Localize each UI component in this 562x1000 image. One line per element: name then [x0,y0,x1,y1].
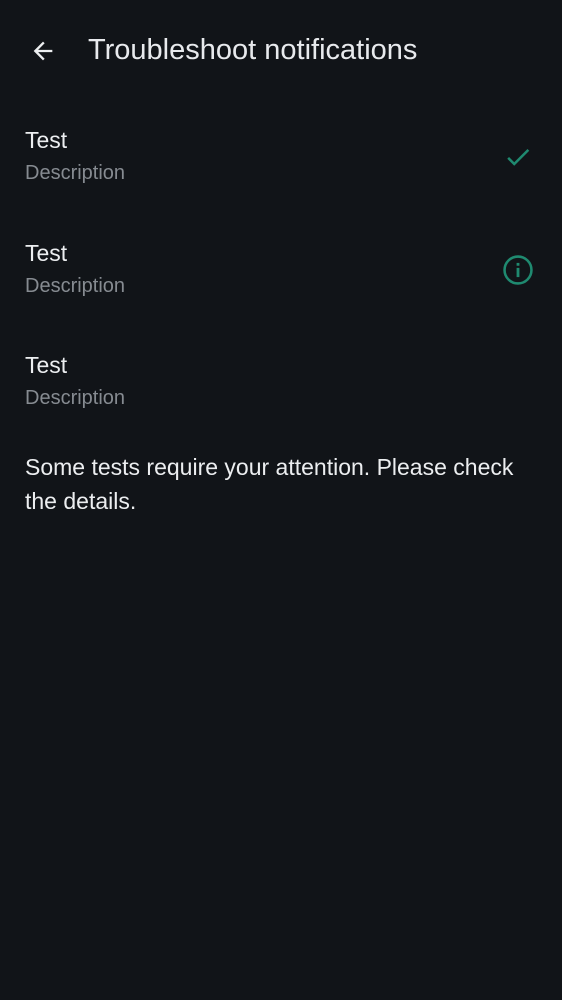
info-icon[interactable] [500,252,536,288]
test-item[interactable]: Test Description [0,338,562,451]
test-title: Test [25,352,68,378]
test-description: Description [25,162,126,184]
test-item[interactable]: Test Description [0,113,562,226]
test-title: Test [25,127,68,153]
status-message: Some tests require your attention. Pleas… [25,454,514,514]
back-button[interactable] [18,26,68,76]
check-icon [500,139,536,175]
arrow-back-icon [33,41,53,61]
test-title: Test [25,239,68,266]
app-bar: Troubleshoot notifications [0,0,562,100]
test-description: Description [25,387,126,409]
test-description: Description [25,274,126,297]
page-title: Troubleshoot notifications [88,34,418,66]
test-list: Test Description Test Description Test D… [0,113,562,451]
test-item[interactable]: Test Description [0,226,562,339]
